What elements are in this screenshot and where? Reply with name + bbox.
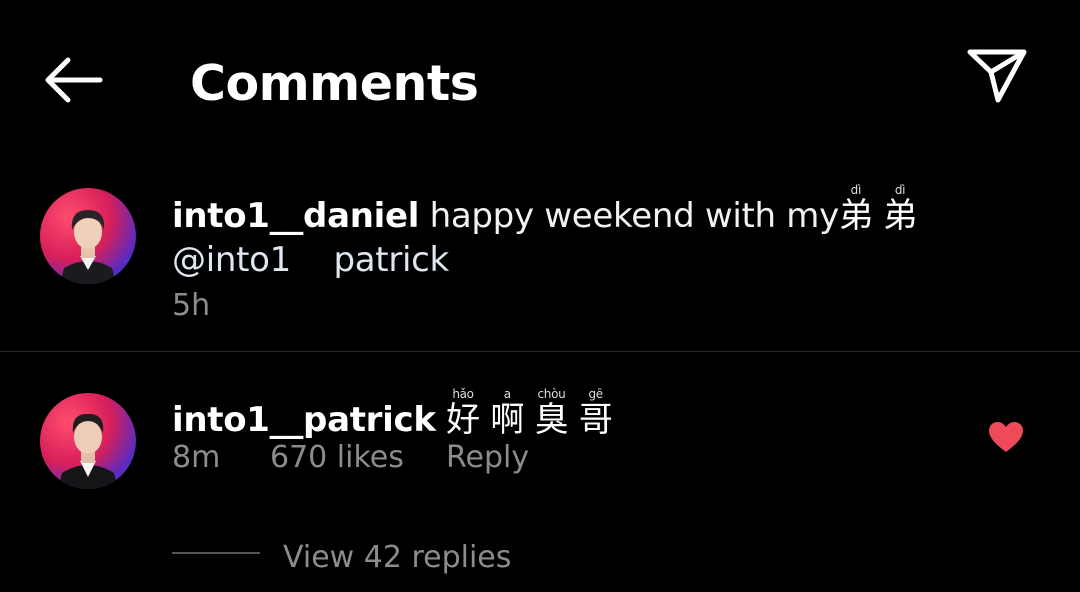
heart-icon: [989, 422, 1023, 452]
comment-text-line-1: into1__daniel happy weekend with my弟dì 弟…: [172, 183, 917, 238]
hanzi-char: 啊a: [490, 387, 525, 440]
header: Comments: [0, 0, 1080, 160]
likes-count[interactable]: 670 likes: [270, 438, 404, 478]
page-title: Comments: [190, 55, 479, 112]
avatar[interactable]: [40, 188, 136, 284]
comment-time: 8m: [172, 440, 221, 475]
comment-username[interactable]: into1__patrick: [172, 400, 436, 440]
profile-photo: [60, 210, 116, 284]
mention-tail[interactable]: patrick: [333, 240, 449, 280]
share-button[interactable]: [962, 46, 1032, 106]
comment-text-line-1: into1__patrick 好hǎo 啊a 臭chòu 哥gē: [172, 387, 613, 442]
reply-button[interactable]: Reply: [446, 438, 529, 478]
hanzi-char: 弟dì: [838, 183, 873, 236]
replies-divider: [172, 552, 260, 554]
avatar[interactable]: [40, 393, 136, 489]
comment-text: happy weekend with my: [429, 196, 840, 236]
back-button[interactable]: [40, 52, 106, 108]
comment-text-line-2: @into1 patrick: [172, 238, 449, 282]
view-replies-link[interactable]: View 42 replies: [283, 538, 511, 578]
hanzi-char: 好hǎo: [446, 387, 480, 440]
arrow-left-icon: [45, 57, 103, 103]
comment-username[interactable]: into1__daniel: [172, 196, 419, 236]
hanzi-char: 弟dì: [883, 183, 917, 236]
like-button[interactable]: [988, 421, 1024, 453]
divider: [0, 351, 1080, 352]
profile-photo: [58, 413, 118, 489]
mention-link[interactable]: @into1: [172, 240, 291, 280]
hanzi-char: 臭chòu: [534, 387, 569, 440]
hanzi-char: 哥gē: [578, 387, 613, 440]
paper-plane-icon: [967, 49, 1027, 103]
comment-time: 5h: [172, 288, 211, 323]
